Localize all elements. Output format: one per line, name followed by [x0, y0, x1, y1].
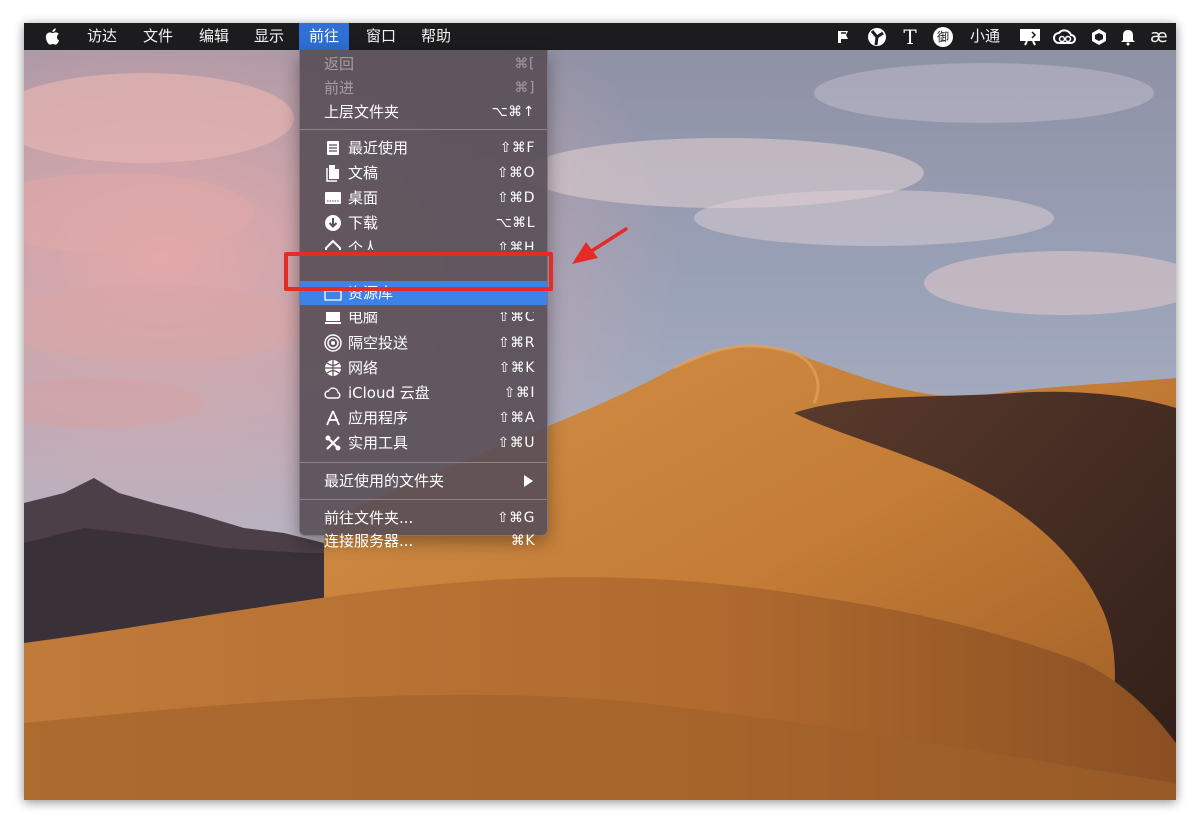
menu-item-label: 电脑 [348, 312, 379, 326]
recents-icon [327, 141, 339, 155]
menu-item-label: 返回 [324, 55, 355, 73]
menu-item-connect-server[interactable]: 连接服务器... ⌘K [300, 529, 547, 550]
menu-item-enclosing-folder[interactable]: 上层文件夹 ⌥⌘↑ [300, 100, 547, 124]
menu-item-computer[interactable]: 电脑 ⇧⌘C [300, 312, 547, 329]
menubar-help[interactable]: 帮助 [421, 23, 451, 50]
menu-item-forward[interactable]: 前进 ⌘] [300, 76, 547, 100]
display-icon[interactable] [1018, 26, 1042, 47]
menu-item-shortcut: ⌘] [514, 80, 535, 96]
menu-item-label: 最近使用的文件夹 [324, 472, 445, 490]
applications-icon [326, 410, 340, 426]
menu-item-shortcut: ⇧⌘R [498, 335, 535, 351]
menu-item-label: 网络 [348, 359, 379, 377]
shield-icon[interactable] [1090, 26, 1108, 47]
menu-item-label: 个人 [348, 239, 379, 250]
menu-separator [300, 129, 547, 130]
menu-item-label: 连接服务器... [324, 532, 414, 550]
menu-item-label: 桌面 [348, 189, 379, 207]
documents-icon [326, 165, 339, 182]
menu-separator [300, 499, 547, 500]
network-icon [325, 360, 341, 376]
apple-logo-icon[interactable] [44, 27, 62, 46]
menu-item-shortcut: ⇧⌘F [499, 140, 535, 156]
menu-item-network[interactable]: 网络 ⇧⌘K [300, 356, 547, 380]
menu-item-airdrop[interactable]: 隔空投送 ⇧⌘R [300, 331, 547, 355]
menu-item-home[interactable]: 个人 ⇧⌘H [300, 236, 547, 250]
menu-item-shortcut: ⇧⌘H [497, 240, 535, 250]
menu-item-back[interactable]: 返回 ⌘[ [300, 52, 547, 76]
menu-separator [300, 462, 547, 463]
menubar-window[interactable]: 窗口 [366, 23, 396, 50]
menu-item-shortcut: ⇧⌘O [496, 165, 535, 181]
menu-item-applications[interactable]: 应用程序 ⇧⌘A [300, 406, 547, 430]
user-name-label[interactable]: 小通 [970, 23, 1000, 50]
ime-icon[interactable]: 御 [932, 26, 954, 47]
desktop-icon [325, 192, 341, 204]
menu-item-label: 下载 [348, 214, 379, 232]
menu-item-documents[interactable]: 文稿 ⇧⌘O [300, 161, 547, 185]
menubar-file[interactable]: 文件 [143, 23, 173, 50]
menubar-go[interactable]: 前往 [299, 23, 350, 50]
text-tool-icon[interactable]: T [900, 25, 920, 49]
utilities-icon [325, 435, 341, 451]
menu-item-shortcut: ⇧⌘A [498, 410, 535, 426]
menu-item-label: 隔空投送 [348, 334, 409, 352]
menu-item-recent-folders[interactable]: 最近使用的文件夹 [300, 469, 547, 493]
menu-item-shortcut: ⇧⌘D [496, 190, 535, 206]
desktop-wallpaper [24, 23, 1176, 800]
download-icon [325, 215, 341, 231]
go-menu: 返回 ⌘[ 前进 ⌘] 上层文件夹 ⌥⌘↑ 最近使用 ⇧⌘F 文稿 ⇧⌘O 桌面… [299, 50, 548, 550]
menu-item-label: 前往文件夹... [324, 509, 414, 527]
cloud-icon [324, 387, 341, 399]
menu-item-label: 上层文件夹 [324, 103, 400, 121]
home-icon [325, 239, 341, 250]
menu-item-shortcut: ⌘K [510, 533, 535, 549]
menu-item-icloud[interactable]: iCloud 云盘 ⇧⌘I [300, 381, 547, 405]
menu-item-go-to-folder[interactable]: 前往文件夹... ⇧⌘G [300, 506, 547, 530]
menubar-view[interactable]: 显示 [254, 23, 284, 50]
menubar-finder[interactable]: 访达 [87, 23, 117, 50]
annotation-highlight-box [284, 252, 553, 291]
notification-bell-icon[interactable] [1118, 26, 1138, 47]
flag-icon[interactable] [834, 26, 854, 47]
menu-item-downloads[interactable]: 下载 ⌥⌘L [300, 211, 547, 235]
ligature-icon[interactable]: æ [1150, 23, 1168, 50]
menu-item-shortcut: ⇧⌘G [496, 510, 535, 526]
menu-item-label: 实用工具 [348, 434, 409, 452]
menu-item-shortcut: ⌥⌘L [495, 215, 535, 231]
app-switcher-icon[interactable] [866, 26, 888, 47]
computer-icon [325, 312, 341, 324]
menu-bar: 访达 文件 编辑 显示 前往 窗口 帮助 T 御 小通 æ [24, 23, 1176, 50]
menubar-edit[interactable]: 编辑 [199, 23, 229, 50]
menu-item-shortcut: ⇧⌘K [498, 360, 535, 376]
menu-item-desktop[interactable]: 桌面 ⇧⌘D [300, 186, 547, 210]
menu-item-shortcut: ⇧⌘U [497, 435, 535, 451]
menu-item-utilities[interactable]: 实用工具 ⇧⌘U [300, 431, 547, 455]
menu-item-shortcut: ⌘[ [514, 56, 535, 72]
menu-item-shortcut: ⌥⌘↑ [491, 104, 535, 120]
menu-item-label: 文稿 [348, 164, 379, 182]
menu-item-label: iCloud 云盘 [348, 384, 430, 402]
menu-item-label: 前进 [324, 79, 355, 97]
ime-glyph: 御 [933, 26, 953, 47]
menu-item-recents[interactable]: 最近使用 ⇧⌘F [300, 136, 547, 160]
menu-item-label: 应用程序 [348, 409, 409, 427]
creative-cloud-icon[interactable] [1052, 26, 1078, 47]
menu-item-shortcut: ⇧⌘I [503, 385, 535, 401]
desktop-screen: 访达 文件 编辑 显示 前往 窗口 帮助 T 御 小通 æ 返回 ⌘[前进 ⌘… [24, 23, 1176, 800]
submenu-arrow-icon [524, 475, 533, 487]
airdrop-icon [324, 334, 342, 352]
menu-item-label: 最近使用 [348, 139, 409, 157]
menu-item-shortcut: ⇧⌘C [497, 312, 535, 325]
